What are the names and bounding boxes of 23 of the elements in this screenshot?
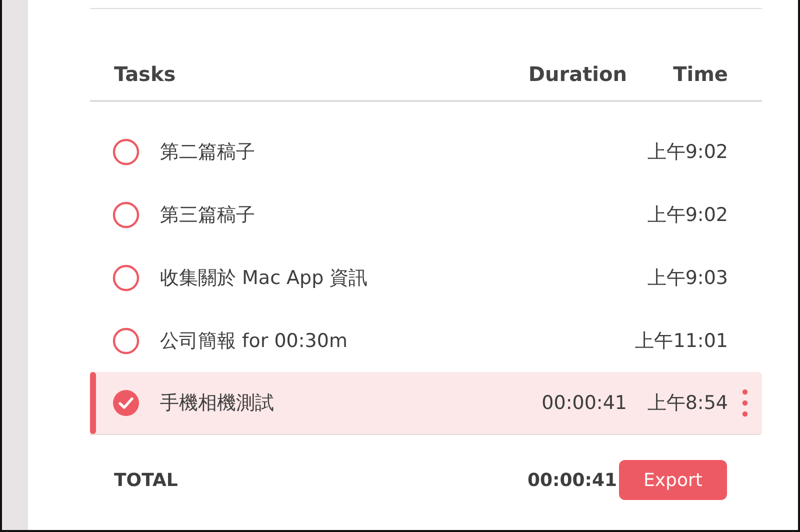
column-header: Time [673, 60, 728, 86]
more-icon[interactable] [742, 389, 748, 417]
task-time: 上午8:54 [647, 391, 728, 416]
selected-task-row[interactable]: 手機相機測試 00:00:41 上午8:54 [90, 372, 762, 435]
task-time: 上午11:01 [635, 328, 728, 354]
task-time: 上午9:03 [647, 266, 728, 290]
task-time: 上午9:02 [647, 202, 728, 228]
task-time: 上午9:02 [647, 140, 728, 164]
task-name: 第二篇稿子 [160, 140, 255, 164]
task-checkbox[interactable] [112, 138, 140, 166]
column-header: Tasks [113, 60, 176, 86]
task-checkbox[interactable] [112, 326, 140, 354]
task-checkbox[interactable] [112, 200, 140, 228]
task-name: 第三篇稿子 [160, 202, 255, 228]
task-name: 收集關於 Mac App 資訊 [160, 266, 368, 290]
task-checkbox[interactable] [112, 389, 140, 417]
task-duration: 00:00:41 [542, 392, 627, 414]
column-header: Duration [528, 60, 627, 86]
total-label: TOTAL [113, 470, 178, 490]
task-checkbox[interactable] [112, 264, 140, 292]
total-duration: 00:00:41 [527, 470, 617, 490]
task-name: 手機相機測試 [160, 391, 274, 416]
task-name: 公司簡報 for 00:30m [160, 328, 348, 354]
